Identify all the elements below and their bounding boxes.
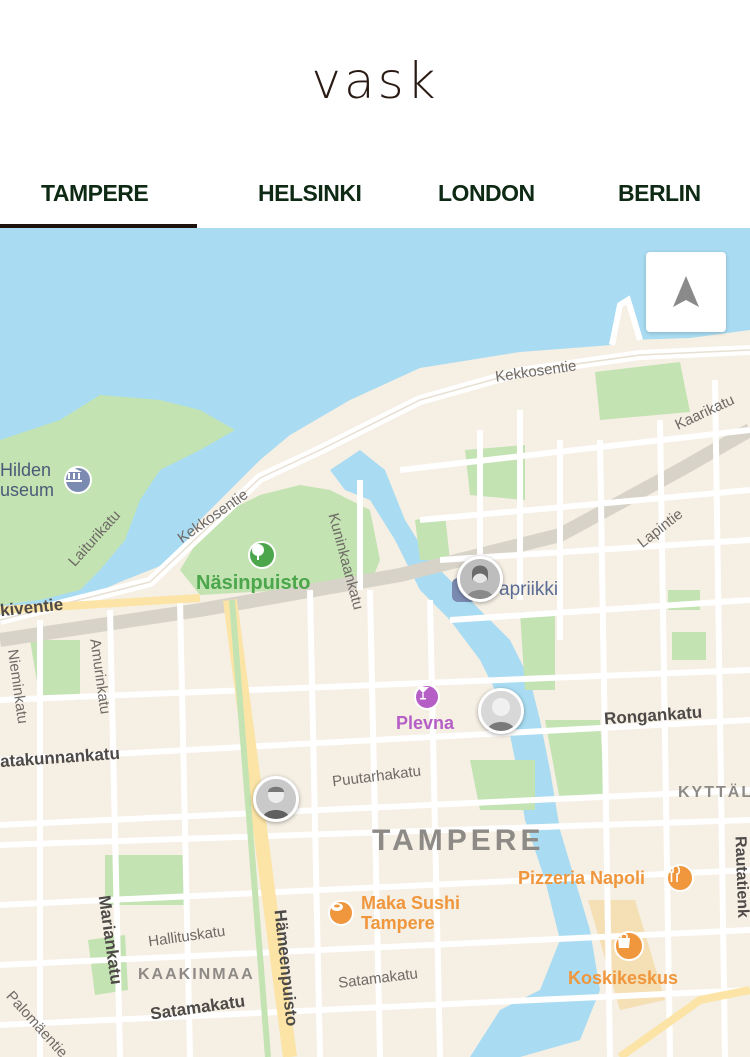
district-label-kyttala: KYTTÄL: [678, 784, 750, 801]
tab-tampere[interactable]: TAMPERE: [41, 180, 149, 207]
city-map[interactable]: Kekkosentie Kekkosentie Kaarikatu Lapint…: [0, 228, 750, 1057]
street-label-rautatienkatu: Rautatienk: [731, 835, 750, 919]
poi-maka-sushi-label-2: Tampere: [361, 913, 435, 933]
poi-vapriikki[interactable]: apriikki: [499, 579, 558, 601]
tab-london[interactable]: LONDON: [438, 180, 535, 207]
district-label-kaakinmaa: KAAKINMAA: [138, 966, 255, 983]
poi-hilden-label-1: Hilden: [0, 460, 52, 480]
museum-icon[interactable]: [64, 466, 92, 494]
user-avatar-marker-3[interactable]: [253, 776, 299, 822]
poi-maka-sushi-label-1: Maka Sushi: [361, 893, 461, 913]
park-small: [465, 445, 525, 500]
brand-logo[interactable]: vask: [0, 52, 750, 110]
restaurant-icon[interactable]: [666, 864, 694, 892]
user-avatar-marker-2[interactable]: [478, 688, 524, 734]
park-east-2: [672, 632, 706, 660]
poi-nasinpuisto[interactable]: Näsinpuisto: [196, 572, 310, 595]
shopping-bag-icon[interactable]: [614, 931, 644, 961]
poi-hilden-label-2: useum: [0, 480, 55, 500]
city-label-tampere: TAMPERE: [372, 824, 545, 857]
poi-hilden-museum[interactable]: Hilden useum: [0, 460, 54, 500]
poi-koskikeskus[interactable]: Koskikeskus: [568, 968, 678, 989]
locate-me-button[interactable]: [646, 252, 726, 332]
sushi-icon[interactable]: [328, 900, 354, 926]
tab-helsinki[interactable]: HELSINKI: [258, 180, 362, 207]
park-tree-icon[interactable]: [248, 541, 276, 569]
user-avatar-marker-1[interactable]: [457, 556, 503, 602]
poi-maka-sushi[interactable]: Maka Sushi Tampere: [361, 893, 460, 933]
city-tabs: TAMPERE HELSINKI LONDON BERLIN: [0, 160, 750, 228]
poi-pizzeria-napoli[interactable]: Pizzeria Napoli: [518, 868, 645, 889]
app-header: vask: [0, 0, 750, 160]
tab-berlin[interactable]: BERLIN: [618, 180, 701, 207]
navigation-arrow-icon: [673, 276, 699, 307]
cocktail-bar-icon[interactable]: [414, 684, 440, 710]
poi-plevna[interactable]: Plevna: [396, 713, 454, 734]
park-north: [595, 362, 690, 420]
